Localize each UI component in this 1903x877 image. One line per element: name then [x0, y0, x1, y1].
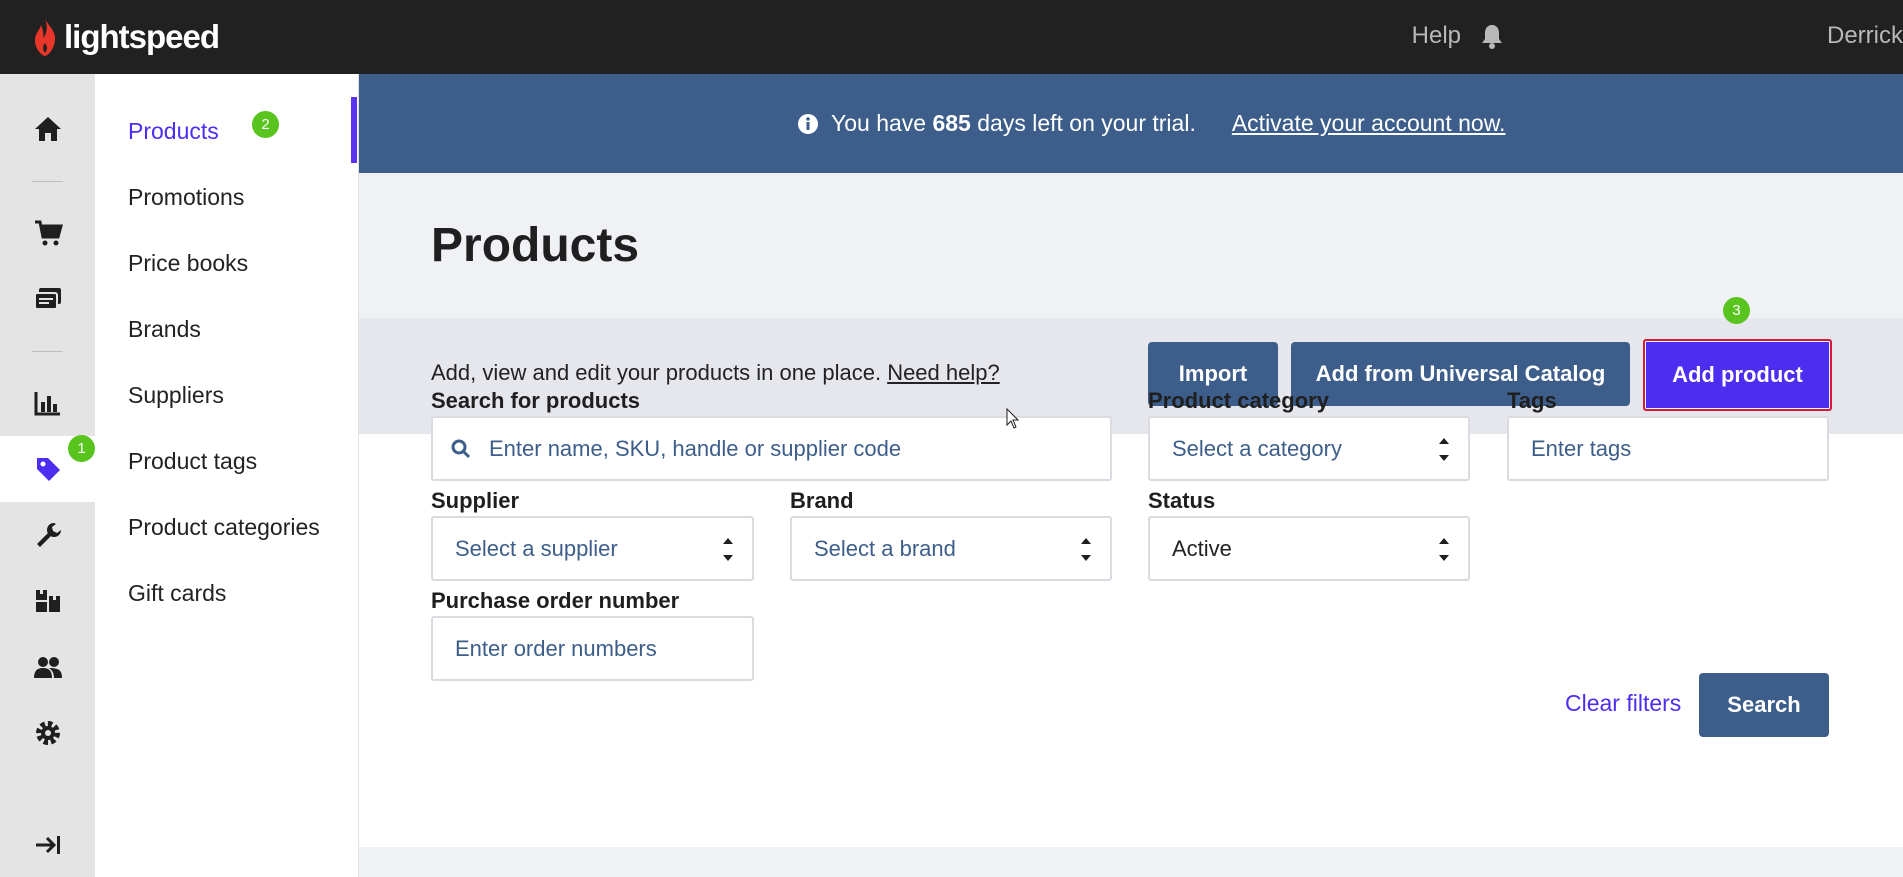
subnav-item-products[interactable]: Products [128, 118, 219, 145]
rail-divider [32, 351, 63, 352]
select-arrows-icon [723, 538, 733, 561]
rail-expand[interactable] [0, 823, 95, 867]
select-arrows-icon [1439, 438, 1449, 461]
bell-icon[interactable] [1480, 23, 1504, 54]
info-icon [798, 113, 818, 134]
category-value: Select a category [1172, 435, 1342, 461]
subnav-item-promotions[interactable]: Promotions [128, 184, 244, 211]
logo-text: lightspeed [64, 18, 220, 55]
category-label: Product category [1148, 388, 1329, 413]
gear-icon [35, 721, 60, 745]
expand-sidebar-icon [35, 836, 60, 854]
catalog-badge: 1 [68, 435, 95, 462]
add-product-badge: 3 [1723, 297, 1750, 324]
rail-home[interactable] [0, 96, 95, 162]
register-icon [33, 288, 61, 310]
po-number-input[interactable]: Enter order numbers [431, 616, 754, 681]
bar-chart-icon [34, 392, 60, 416]
subnav-item-price-books[interactable]: Price books [128, 250, 248, 277]
tags-label: Tags [1507, 388, 1557, 413]
search-label: Search for products [431, 388, 641, 413]
search-button[interactable]: Search [1699, 673, 1829, 737]
po-number-label: Purchase order number [431, 588, 680, 613]
rail-setup[interactable] [0, 502, 95, 568]
cart-icon [34, 220, 63, 246]
page-title: Products [431, 219, 640, 272]
trial-banner: You have 685 days left on your trial. Ac… [359, 74, 1903, 173]
rail-divider [32, 181, 63, 182]
users-icon [33, 657, 62, 678]
brand-value: Select a brand [814, 535, 956, 561]
page-description: Add, view and edit your products in one … [431, 360, 1000, 385]
user-menu[interactable]: Derrick [1827, 22, 1903, 50]
top-bar: lightspeed Help Derrick [0, 0, 1903, 74]
flame-icon [35, 18, 56, 56]
supplier-label: Supplier [431, 488, 520, 513]
subnav-item-suppliers[interactable]: Suppliers [128, 382, 224, 409]
select-arrows-icon [1439, 538, 1449, 561]
subnav-item-gift-cards[interactable]: Gift cards [128, 580, 226, 607]
select-arrows-icon [1081, 538, 1091, 561]
rail-sales-ledger[interactable] [0, 266, 95, 332]
search-icon [451, 439, 471, 459]
brand-select[interactable]: Select a brand [790, 516, 1112, 581]
rail-reporting[interactable] [0, 370, 95, 436]
subnav-item-brands[interactable]: Brands [128, 316, 201, 343]
supplier-select[interactable]: Select a supplier [431, 516, 754, 581]
catalog-subnav: Products 2 Promotions Price books Brands… [95, 74, 359, 877]
active-nav-indicator [351, 97, 357, 163]
rail-sell[interactable] [0, 200, 95, 266]
brand-label: Brand [790, 488, 854, 513]
rail-inventory[interactable] [0, 568, 95, 634]
icon-rail: 1 [0, 74, 95, 877]
po-number-placeholder: Enter order numbers [455, 635, 657, 661]
lightspeed-logo[interactable]: lightspeed [32, 16, 220, 58]
status-value: Active [1172, 535, 1232, 561]
status-label: Status [1148, 488, 1216, 513]
add-product-button[interactable]: Add product [1643, 339, 1832, 411]
activate-account-link[interactable]: Activate your account now. [1232, 110, 1506, 137]
mouse-cursor-icon [1006, 408, 1020, 429]
clear-filters-link[interactable]: Clear filters [1565, 690, 1681, 717]
search-placeholder: Enter name, SKU, handle or supplier code [489, 435, 902, 461]
boxes-icon [35, 590, 60, 612]
trial-message: You have 685 days left on your trial. [831, 110, 1196, 136]
tags-placeholder: Enter tags [1531, 435, 1632, 461]
tags-input[interactable]: Enter tags [1507, 416, 1829, 481]
tag-icon [36, 458, 60, 481]
home-icon [34, 117, 61, 141]
status-select[interactable]: Active [1148, 516, 1470, 581]
help-link[interactable]: Help [1412, 22, 1461, 50]
main-content: You have 685 days left on your trial. Ac… [359, 74, 1903, 877]
rail-customers[interactable] [0, 634, 95, 700]
subnav-item-product-tags[interactable]: Product tags [128, 448, 257, 475]
trial-days: 685 [932, 110, 971, 136]
subnav-item-product-categories[interactable]: Product categories [128, 514, 320, 541]
rail-settings[interactable] [0, 700, 95, 766]
wrench-icon [36, 523, 61, 547]
add-from-universal-catalog-button[interactable]: Add from Universal Catalog [1291, 342, 1630, 406]
supplier-value: Select a supplier [455, 535, 618, 561]
category-select[interactable]: Select a category [1148, 416, 1470, 481]
products-badge: 2 [252, 111, 279, 138]
need-help-link[interactable]: Need help? [887, 360, 1000, 385]
